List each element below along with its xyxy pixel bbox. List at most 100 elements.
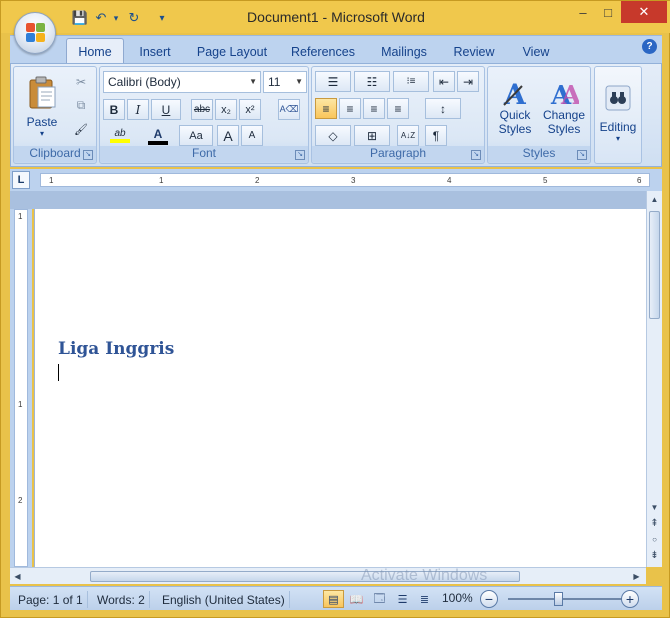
- language-status[interactable]: English (United States): [158, 591, 290, 608]
- tab-mailings[interactable]: Mailings: [374, 40, 434, 64]
- show-formatting-marks-icon[interactable]: ¶: [425, 125, 447, 146]
- vertical-ruler[interactable]: 1 1 2: [10, 209, 32, 567]
- font-launcher-icon[interactable]: ↘: [295, 150, 305, 160]
- close-button[interactable]: ✕: [621, 1, 667, 23]
- zoom-level[interactable]: 100%: [442, 591, 473, 605]
- italic-button[interactable]: I: [127, 99, 149, 120]
- subscript-button[interactable]: x₂: [215, 99, 237, 120]
- editing-group: Editing ▾: [594, 66, 642, 164]
- grow-font-button[interactable]: A: [217, 125, 239, 146]
- bullets-icon[interactable]: ☰: [315, 71, 351, 92]
- highlight-button[interactable]: ab: [103, 125, 137, 146]
- scroll-right-icon[interactable]: ▶: [629, 568, 644, 584]
- numbering-icon[interactable]: ☷: [354, 71, 390, 92]
- scroll-up-icon[interactable]: ▲: [647, 191, 662, 207]
- document-page[interactable]: Liga Inggris: [34, 209, 646, 567]
- font-name-select[interactable]: Calibri (Body) ▼: [103, 71, 261, 93]
- change-styles-label-1: Change: [542, 108, 586, 122]
- next-page-icon[interactable]: ⇟: [647, 547, 662, 563]
- font-color-button[interactable]: A: [141, 125, 175, 146]
- shrink-font-button[interactable]: A: [241, 125, 263, 146]
- minimize-button[interactable]: –: [571, 1, 595, 23]
- font-size-select[interactable]: 11 ▼: [263, 71, 307, 93]
- help-icon[interactable]: ?: [642, 39, 657, 54]
- vertical-scroll-thumb[interactable]: [649, 211, 660, 319]
- paragraph-launcher-icon[interactable]: ↘: [471, 150, 481, 160]
- editing-button[interactable]: Editing ▾: [597, 71, 639, 155]
- vertical-scrollbar[interactable]: ▲ ▼ ⇞ ○ ⇟: [646, 191, 662, 567]
- clear-formatting-icon[interactable]: A⌫: [278, 99, 300, 120]
- superscript-button[interactable]: x²: [239, 99, 261, 120]
- tab-insert[interactable]: Insert: [132, 40, 178, 64]
- web-layout-view-icon[interactable]: 🗔: [369, 590, 390, 608]
- select-browse-object-icon[interactable]: ○: [647, 531, 662, 547]
- scroll-down-icon[interactable]: ▼: [647, 499, 662, 515]
- full-screen-reading-view-icon[interactable]: 📖: [346, 590, 367, 608]
- shading-icon[interactable]: ◇: [315, 125, 351, 146]
- svg-text:A: A: [560, 81, 579, 108]
- highlight-label: ab: [114, 128, 126, 139]
- tab-home[interactable]: Home: [66, 38, 124, 65]
- previous-page-icon[interactable]: ⇞: [647, 515, 662, 531]
- underline-button[interactable]: U: [151, 99, 181, 120]
- horizontal-scrollbar[interactable]: ◀ ▶: [10, 567, 646, 584]
- clipboard-launcher-icon[interactable]: ↘: [83, 150, 93, 160]
- ruler-mark: 1: [18, 212, 23, 221]
- increase-indent-icon[interactable]: ⇥: [457, 71, 479, 92]
- styles-group: A Quick Styles A A Change Styles Styles …: [487, 66, 591, 164]
- zoom-slider[interactable]: [508, 598, 622, 600]
- tab-selector[interactable]: L: [12, 171, 30, 189]
- office-logo-icon: [26, 23, 46, 43]
- tab-references[interactable]: References: [288, 40, 358, 64]
- scroll-left-icon[interactable]: ◀: [10, 568, 25, 584]
- tab-review[interactable]: Review: [448, 40, 500, 64]
- change-styles-icon: A A: [550, 81, 579, 108]
- print-layout-view-icon[interactable]: ▤: [323, 590, 344, 608]
- ruler-row: L 1 1 2 3 4 5 6: [10, 169, 662, 191]
- change-case-button[interactable]: Aa: [179, 125, 213, 146]
- tab-view[interactable]: View: [515, 40, 557, 64]
- ruler-mark: 4: [447, 176, 452, 185]
- office-button[interactable]: [14, 12, 56, 54]
- maximize-button[interactable]: □: [597, 1, 619, 23]
- ruler-mark: 1: [18, 400, 23, 409]
- font-size-arrow-icon: ▼: [295, 77, 303, 86]
- format-painter-icon[interactable]: 🖌: [70, 119, 92, 140]
- clipboard-group: Paste ▾ ✂ ⧉ 🖌 Clipboard ↘: [13, 66, 97, 164]
- horizontal-ruler[interactable]: 1 1 2 3 4 5 6: [40, 173, 650, 187]
- bold-button[interactable]: B: [103, 99, 125, 120]
- change-styles-button[interactable]: A A Change Styles: [540, 71, 588, 143]
- title-bar: 💾 ↶ ▾ ↻ ▾ Document1 - Microsoft Word – □…: [1, 1, 670, 33]
- borders-icon[interactable]: ⊞: [354, 125, 390, 146]
- line-spacing-icon[interactable]: ↕: [425, 98, 461, 119]
- paragraph-label: Paragraph: [312, 146, 484, 162]
- text-cursor: [58, 364, 59, 381]
- document-heading[interactable]: Liga Inggris: [58, 339, 174, 359]
- align-right-icon[interactable]: ≡: [363, 98, 385, 119]
- tab-page-layout[interactable]: Page Layout: [193, 40, 271, 64]
- draft-view-icon[interactable]: ≣: [414, 590, 435, 608]
- sort-icon[interactable]: A↓Z: [397, 125, 419, 146]
- word-count-status[interactable]: Words: 2: [93, 591, 150, 608]
- center-icon[interactable]: ≡: [339, 98, 361, 119]
- copy-icon[interactable]: ⧉: [70, 95, 92, 116]
- font-color-swatch: [148, 140, 168, 145]
- zoom-slider-thumb[interactable]: [554, 592, 563, 606]
- quick-styles-button[interactable]: A Quick Styles: [492, 71, 538, 143]
- align-left-icon[interactable]: ≡: [315, 98, 337, 119]
- outline-view-icon[interactable]: ☰: [392, 590, 413, 608]
- document-top-margin: [10, 191, 646, 209]
- styles-launcher-icon[interactable]: ↘: [577, 150, 587, 160]
- decrease-indent-icon[interactable]: ⇤: [433, 71, 455, 92]
- cut-icon[interactable]: ✂: [70, 71, 92, 92]
- paste-button[interactable]: Paste ▾: [17, 70, 67, 142]
- strikethrough-button[interactable]: abc: [191, 99, 213, 120]
- page-count-status[interactable]: Page: 1 of 1: [14, 591, 88, 608]
- zoom-out-icon[interactable]: −: [480, 590, 498, 608]
- word-window: 💾 ↶ ▾ ↻ ▾ Document1 - Microsoft Word – □…: [0, 0, 670, 618]
- activation-watermark: Activate Windows: [361, 567, 488, 584]
- multilevel-list-icon[interactable]: ⁝≡: [393, 71, 429, 92]
- ruler-mark: 3: [351, 176, 356, 185]
- zoom-in-icon[interactable]: +: [621, 590, 639, 608]
- justify-icon[interactable]: ≡: [387, 98, 409, 119]
